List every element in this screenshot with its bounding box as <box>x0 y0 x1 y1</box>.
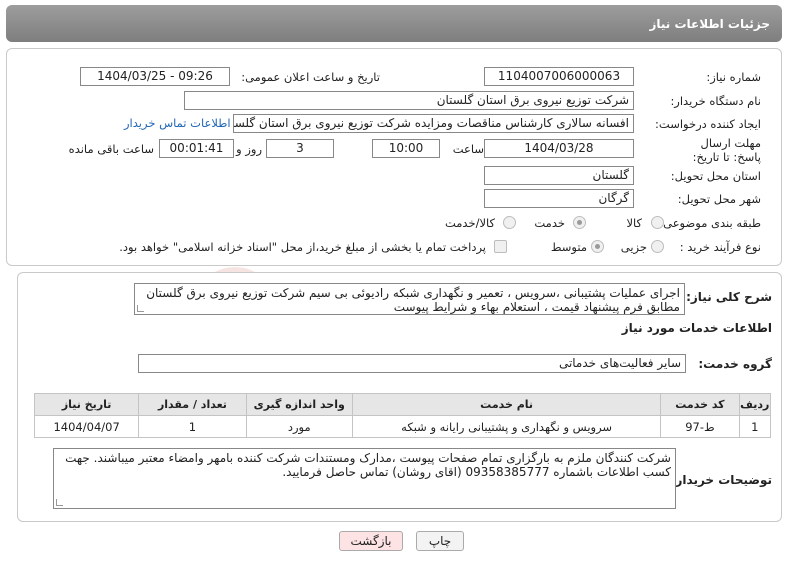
remaining-time-field: 00:01:41 <box>159 139 234 158</box>
table-row: 1 ط-97 سرویس و نگهداری و پشتیبانی رایانه… <box>33 415 772 438</box>
category-option-service: خدمت <box>534 216 565 230</box>
cell-unit: مورد <box>245 415 353 438</box>
service-group-label: گروه خدمت: <box>698 357 772 371</box>
services-section-title: اطلاعات خدمات مورد نیاز <box>621 321 772 335</box>
requester-label: ایجاد کننده درخواست: <box>655 117 761 131</box>
back-button[interactable]: بازگشت <box>339 531 403 551</box>
col-need-date: تاریخ نیاز <box>33 393 140 416</box>
announce-label: تاریخ و ساعت اعلان عمومی: <box>241 70 380 84</box>
col-quantity: تعداد / مقدار <box>138 393 247 416</box>
requester-field: افسانه سالاری کارشناس مناقصات ومزایده شر… <box>233 114 634 133</box>
page-title: جزئیات اطلاعات نیاز <box>649 17 770 31</box>
province-field: گلستان <box>484 166 634 185</box>
province-label: استان محل تحویل: <box>670 169 761 183</box>
page-header: جزئیات اطلاعات نیاز <box>6 5 782 42</box>
col-service-code: کد خدمت <box>660 393 740 416</box>
cell-service-code: ط-97 <box>660 415 740 438</box>
category-radio-goods[interactable] <box>651 216 664 229</box>
days-label: روز و <box>236 142 262 156</box>
print-button[interactable]: چاپ <box>416 531 464 551</box>
category-option-goods: کالا <box>626 216 642 230</box>
resize-grip[interactable] <box>137 305 144 312</box>
need-number-field: 1104007006000063 <box>484 67 634 86</box>
buyer-contact-link[interactable]: اطلاعات تماس خریدار <box>124 116 231 130</box>
service-group-field: سایر فعالیت‌های خدماتی <box>138 354 686 373</box>
deadline-time-field: 10:00 <box>372 139 440 158</box>
cell-service-name: سرویس و نگهداری و پشتیبانی رایانه و شبکه <box>351 415 662 438</box>
summary-label: شرح کلی نیاز: <box>686 290 772 304</box>
services-table: ردیف کد خدمت نام خدمت واحد اندازه گیری ت… <box>33 393 772 438</box>
col-service-name: نام خدمت <box>351 393 662 416</box>
need-number-label: شماره نیاز: <box>706 70 761 84</box>
process-radio-medium[interactable] <box>591 240 604 253</box>
category-option-goods-service: کالا/خدمت <box>444 216 495 230</box>
process-option-minor: جزیی <box>620 240 647 254</box>
table-header-row: ردیف کد خدمت نام خدمت واحد اندازه گیری ت… <box>33 393 772 416</box>
process-option-medium: متوسط <box>550 240 587 254</box>
treasury-checkbox[interactable] <box>494 240 507 253</box>
remaining-label: ساعت باقی مانده <box>68 142 154 156</box>
cell-quantity: 1 <box>138 415 247 438</box>
summary-text: اجرای عملیات پشتیبانی ،سرویس ، تعمیر و ن… <box>146 286 680 314</box>
buyer-org-label: نام دستگاه خریدار: <box>670 94 761 108</box>
process-label: نوع فرآیند خرید : <box>679 240 761 254</box>
deadline-label: مهلت ارسال پاسخ: تا تاریخ: <box>692 136 761 164</box>
announce-field: 1404/03/25 - 09:26 <box>80 67 230 86</box>
resize-grip[interactable] <box>56 499 63 506</box>
buyer-notes-textarea: شرکت کنندگان ملزم به بارگزاری تمام صفحات… <box>53 448 676 509</box>
payment-note: پرداخت تمام یا بخشی از مبلغ خرید،از محل … <box>119 240 486 254</box>
buyer-org-field: شرکت توزیع نیروی برق استان گلستان <box>184 91 634 110</box>
cell-row-number: 1 <box>738 415 772 438</box>
col-unit: واحد اندازه گیری <box>245 393 353 416</box>
buyer-notes-text: شرکت کنندگان ملزم به بارگزاری تمام صفحات… <box>65 451 671 479</box>
category-radio-goods-service[interactable] <box>503 216 516 229</box>
category-radio-service[interactable] <box>573 216 586 229</box>
process-radio-minor[interactable] <box>651 240 664 253</box>
city-field: گرگان <box>484 189 634 208</box>
buyer-notes-label: توضیحات خریدار: <box>670 473 772 487</box>
deadline-time-label: ساعت <box>452 142 484 156</box>
category-label: طبقه بندی موضوعی: <box>659 216 761 230</box>
summary-textarea: اجرای عملیات پشتیبانی ،سرویس ، تعمیر و ن… <box>134 283 685 315</box>
days-field: 3 <box>266 139 334 158</box>
cell-need-date: 1404/04/07 <box>33 415 140 438</box>
deadline-date-field: 1404/03/28 <box>484 139 634 158</box>
city-label: شهر محل تحویل: <box>677 192 761 206</box>
col-row-number: ردیف <box>738 393 772 416</box>
